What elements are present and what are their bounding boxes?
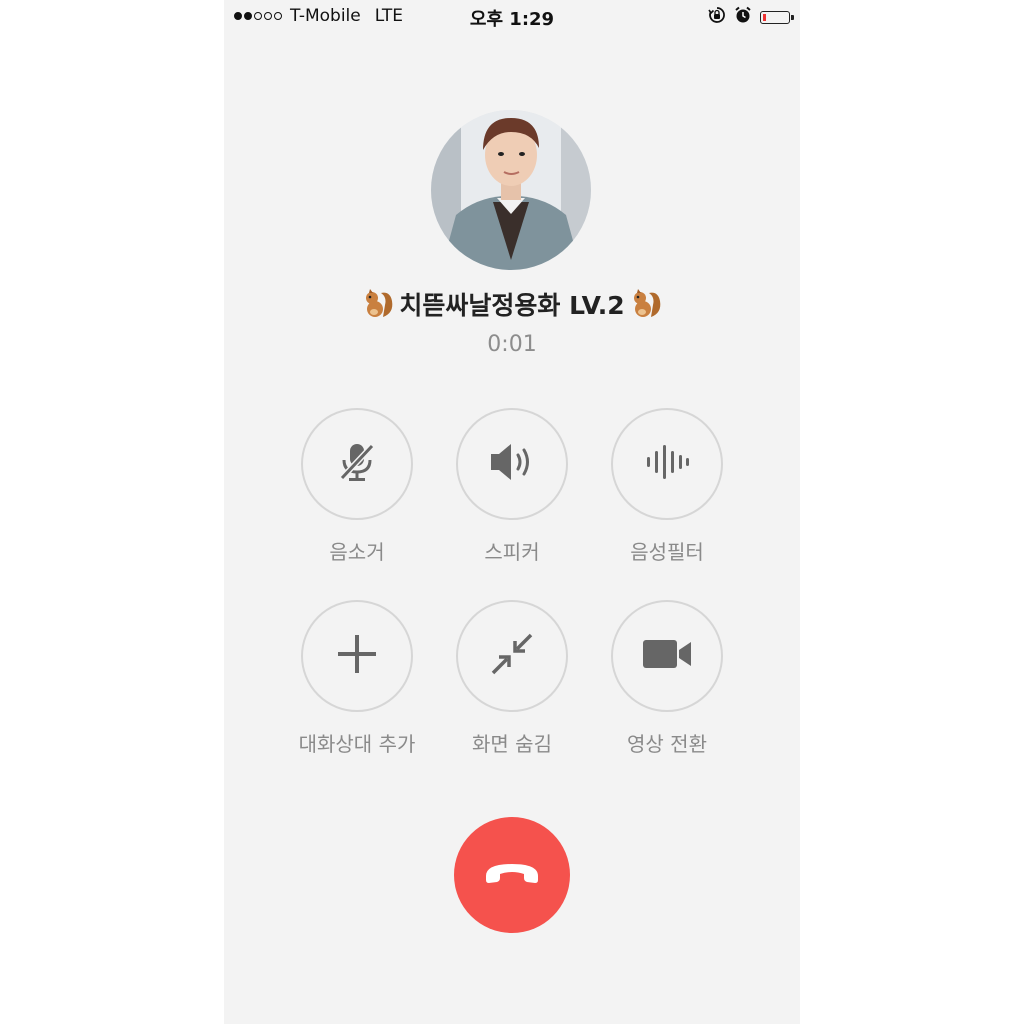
voice-filter-control: 음성필터: [577, 408, 757, 565]
speaker-label: 스피커: [484, 540, 540, 564]
alarm-icon: [734, 6, 752, 29]
voice-filter-label: 음성필터: [630, 540, 704, 564]
status-bar: T-Mobile LTE 오후 1:29: [224, 0, 800, 34]
voice-filter-button[interactable]: [611, 408, 723, 520]
plus-icon: [335, 632, 379, 680]
add-participant-button[interactable]: [301, 600, 413, 712]
end-call-button[interactable]: [454, 817, 570, 933]
orientation-lock-icon: [708, 6, 726, 29]
minimize-arrows-icon: [488, 630, 536, 682]
minimize-control: 화면 숨김: [422, 600, 602, 757]
speaker-button[interactable]: [456, 408, 568, 520]
video-switch-button[interactable]: [611, 600, 723, 712]
add-participant-label: 대화상대 추가: [298, 732, 416, 756]
speaker-icon: [487, 440, 537, 488]
call-screen: T-Mobile LTE 오후 1:29 치뜯싸날정용화 LV.2 0:01 음…: [224, 0, 800, 1024]
mute-button[interactable]: [301, 408, 413, 520]
video-switch-label: 영상 전환: [627, 732, 707, 756]
video-camera-icon: [641, 636, 693, 676]
battery-icon: [760, 11, 794, 24]
hang-up-icon: [482, 858, 542, 892]
speaker-control: 스피커: [422, 408, 602, 565]
caller-name: 치뜯싸날정용화 LV.2: [399, 291, 625, 320]
caller-avatar: [431, 110, 591, 270]
voice-wave-icon: [643, 442, 691, 486]
minimize-label: 화면 숨김: [472, 732, 552, 756]
caller-name-row: 치뜯싸날정용화 LV.2: [224, 286, 800, 322]
add-participant-control: 대화상대 추가: [267, 600, 447, 757]
mute-control: 음소거: [267, 408, 447, 565]
call-duration: 0:01: [487, 332, 537, 357]
squirrel-icon: [629, 287, 663, 321]
minimize-button[interactable]: [456, 600, 568, 712]
mic-off-icon: [335, 440, 379, 488]
mute-label: 음소거: [329, 540, 385, 564]
video-switch-control: 영상 전환: [577, 600, 757, 757]
squirrel-icon: [361, 287, 395, 321]
